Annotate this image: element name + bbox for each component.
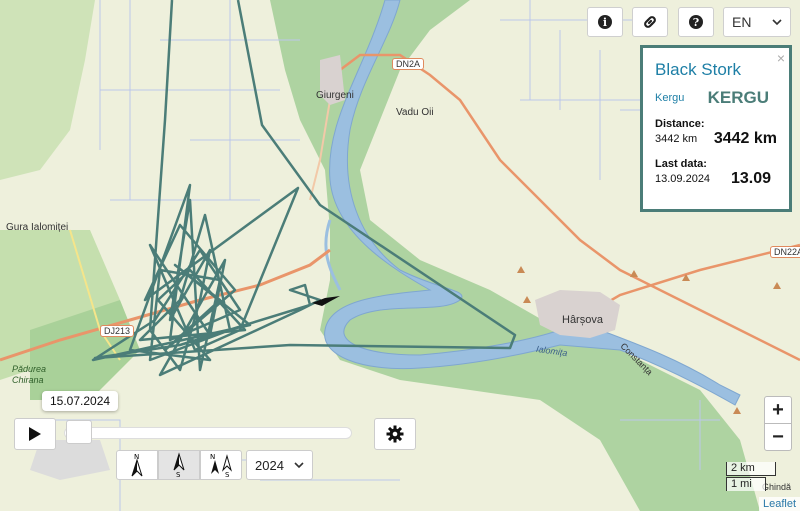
help-button[interactable]: ? — [678, 7, 714, 37]
road-label-dj213: DJ213 — [100, 325, 135, 337]
distance-value: 3442 km — [713, 130, 777, 147]
north-arrow-icon: N — [131, 453, 143, 477]
chevron-down-icon — [294, 462, 304, 469]
zoom-out-button[interactable]: − — [764, 423, 792, 451]
direction-south-button[interactable]: S — [158, 450, 200, 480]
south-arrow-icon: S — [173, 452, 185, 478]
play-button[interactable] — [14, 418, 56, 450]
gear-icon — [386, 425, 404, 443]
direction-both-button[interactable]: NS — [200, 450, 242, 480]
both-arrows-icon: NS — [210, 453, 233, 478]
scale-km: 2 km — [726, 462, 776, 476]
date-tooltip: 15.07.2024 — [42, 391, 119, 411]
distance-small: 3442 km — [655, 133, 698, 145]
chevron-down-icon — [772, 19, 782, 26]
link-button[interactable] — [632, 7, 668, 37]
language-select[interactable]: EN — [723, 7, 791, 37]
year-select[interactable]: 2024 — [246, 450, 313, 480]
svg-text:S: S — [225, 471, 230, 478]
last-data-label: Last data: — [655, 158, 707, 170]
species-name: Black Stork — [655, 60, 741, 79]
scale-mi: 1 mi — [726, 477, 766, 491]
timeline-slider[interactable] — [64, 427, 352, 439]
direction-north-button[interactable]: N — [116, 450, 158, 480]
svg-text:S: S — [176, 471, 181, 478]
place-harsova: Hârșova — [562, 314, 603, 326]
road-label-dn22a: DN22A — [770, 246, 800, 258]
info-icon: i — [598, 15, 612, 29]
info-button[interactable]: i — [587, 7, 623, 37]
language-value: EN — [732, 14, 752, 30]
zoom-in-button[interactable]: + — [764, 396, 792, 424]
bird-name-code: KERGU — [707, 88, 769, 107]
place-giurgeni: Giurgeni — [316, 90, 354, 101]
place-ghindaresti: Ghindă — [762, 482, 792, 492]
place-gura-ialomitei: Gura Ialomiței — [6, 222, 69, 233]
distance-label: Distance: — [655, 118, 705, 130]
svg-text:N: N — [210, 453, 215, 461]
bird-name-small: Kergu — [655, 92, 685, 104]
play-icon — [29, 427, 41, 441]
timeline-slider-handle[interactable] — [66, 420, 92, 444]
close-icon[interactable]: × — [777, 50, 785, 66]
settings-button[interactable] — [374, 418, 416, 450]
help-icon: ? — [689, 15, 703, 29]
place-vadu-oii: Vadu Oii — [396, 107, 434, 118]
last-data-value: 13.09 — [730, 170, 771, 187]
place-chirana: Chirana — [12, 375, 44, 385]
bird-info-panel: × Black Stork Kergu KERGU Distance: 3442… — [640, 45, 792, 212]
road-label-dn2a: DN2A — [392, 58, 425, 70]
leaflet-attribution[interactable]: Leaflet — [758, 497, 800, 511]
year-value: 2024 — [255, 457, 284, 473]
link-icon — [644, 16, 656, 28]
last-data-small: 13.09.2024 — [655, 173, 711, 185]
place-padurea: Pădurea — [12, 364, 47, 374]
